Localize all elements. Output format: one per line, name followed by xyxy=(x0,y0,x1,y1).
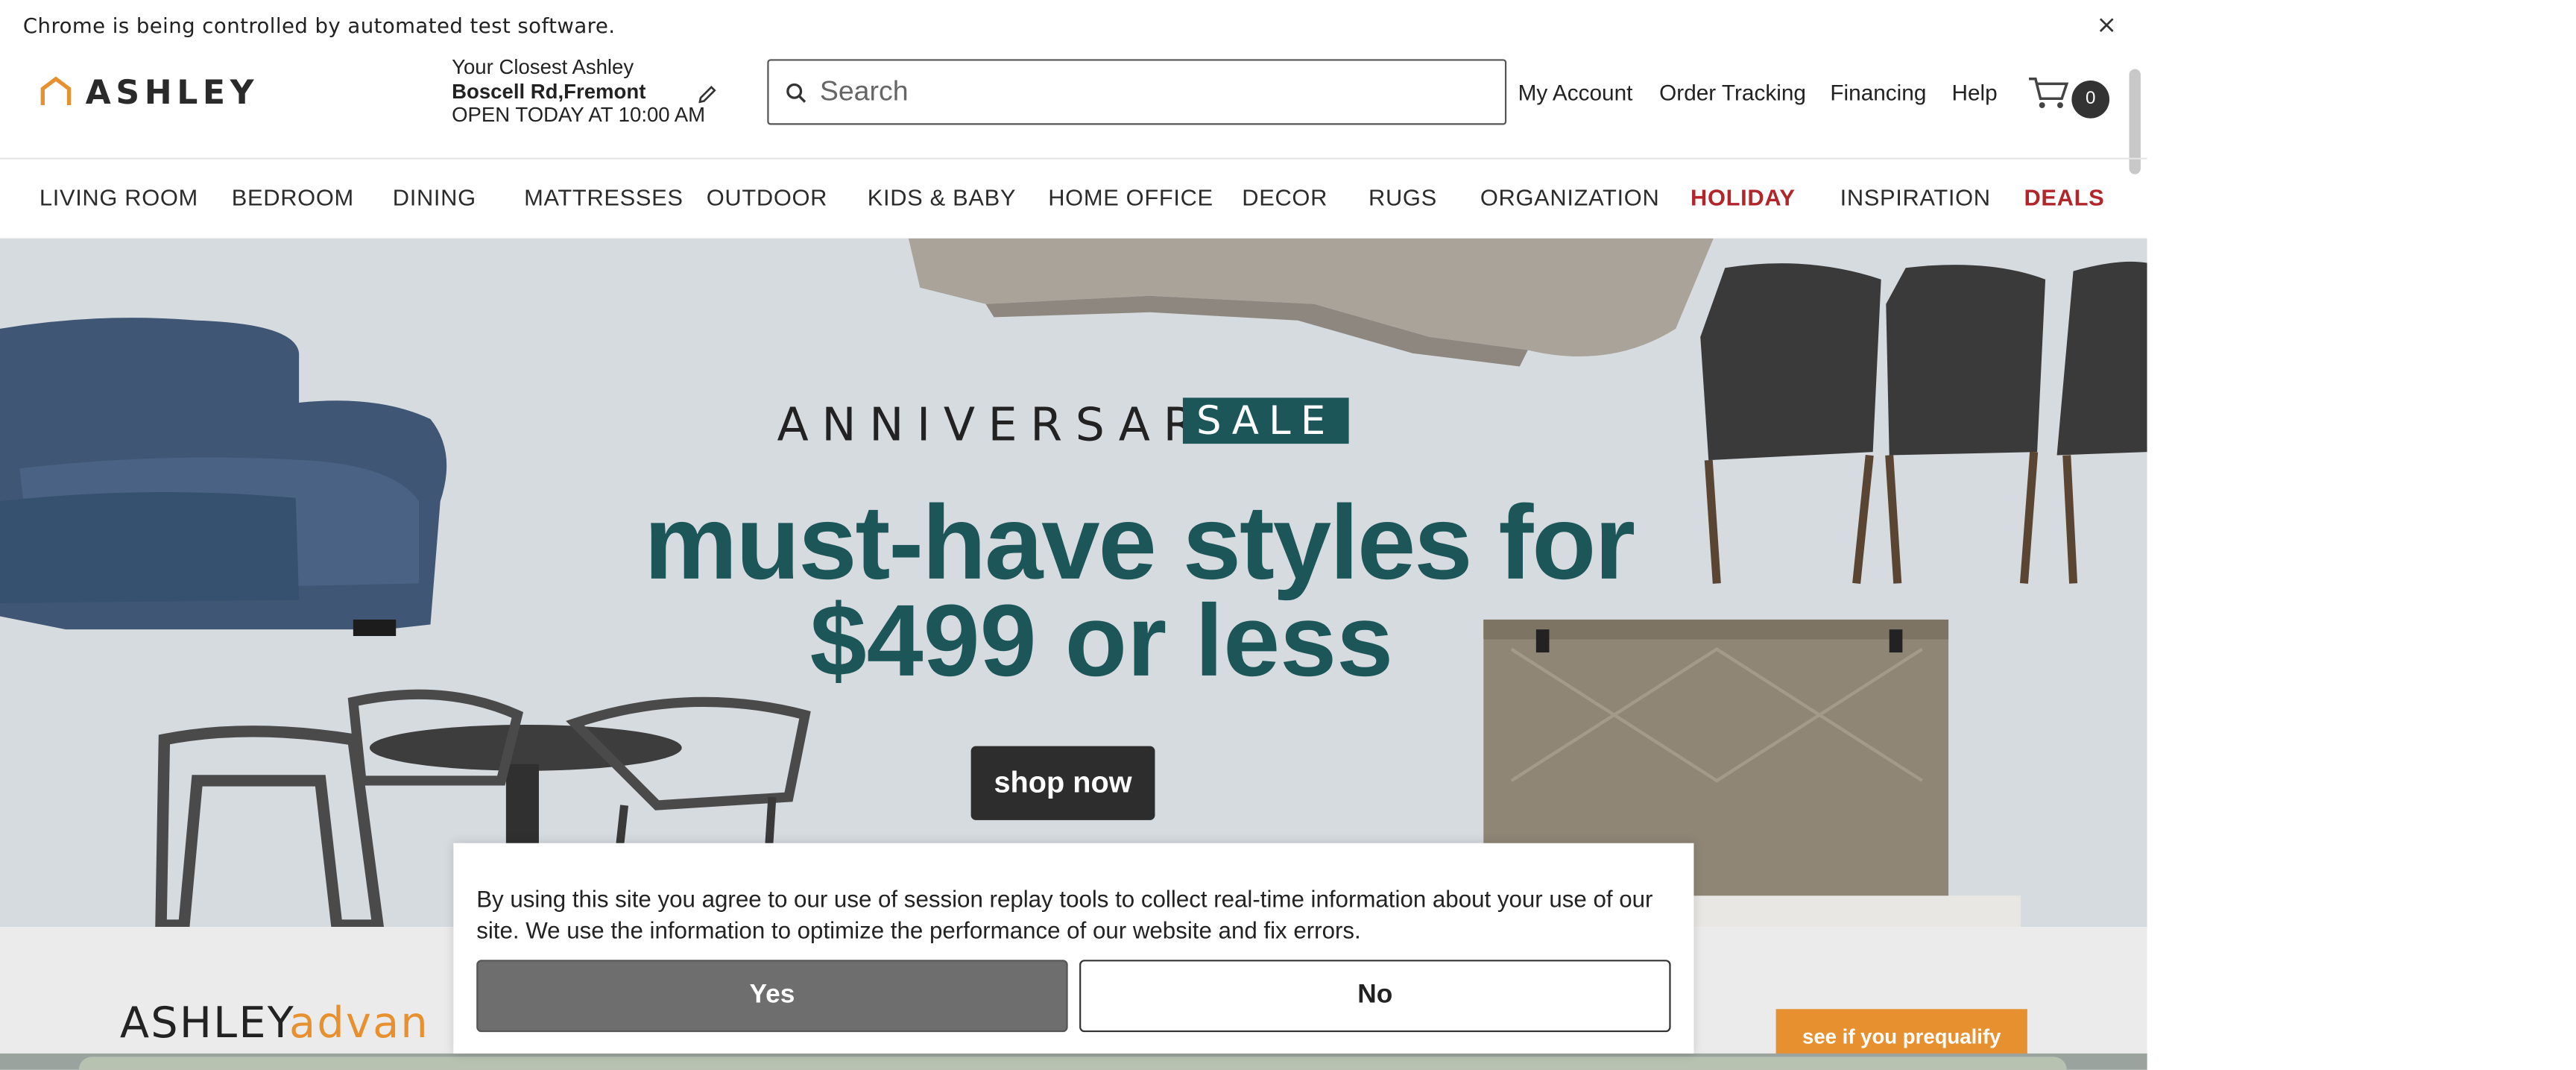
store-name: Boscell Rd,Fremont xyxy=(452,79,646,103)
right-gutter xyxy=(2147,0,2576,1070)
hero-banner[interactable]: ANNIVERSARY SALE must-have styles for $4… xyxy=(0,238,2147,928)
close-icon[interactable]: × xyxy=(2096,10,2117,40)
nav-home-office[interactable]: HOME OFFICE xyxy=(1048,184,1213,210)
help-link[interactable]: Help xyxy=(1951,81,1997,105)
ashley-logo[interactable]: ASHLEY xyxy=(40,72,259,112)
advantage-brand-b: advan xyxy=(289,999,429,1049)
taskbar-strip xyxy=(0,1053,2147,1070)
logo-text: ASHLEY xyxy=(85,72,259,112)
nav-dining[interactable]: DINING xyxy=(393,184,476,210)
cart-icon[interactable] xyxy=(2027,75,2070,111)
my-account-link[interactable]: My Account xyxy=(1518,81,1633,105)
shop-now-button[interactable]: shop now xyxy=(970,746,1155,820)
nav-holiday[interactable]: HOLIDAY xyxy=(1690,184,1796,210)
nav-kids-baby[interactable]: KIDS & BABY xyxy=(868,184,1016,210)
edit-pencil-icon[interactable] xyxy=(697,84,719,105)
store-hours: OPEN TODAY AT 10:00 AM xyxy=(452,103,706,127)
hero-eyebrow: ANNIVERSARY xyxy=(777,397,1247,453)
store-label: Your Closest Ashley xyxy=(452,55,634,79)
hero-headline-line-2: $499 or less xyxy=(809,585,1394,699)
home-logo-icon xyxy=(40,76,72,106)
nav-outdoor[interactable]: OUTDOOR xyxy=(707,184,827,210)
main-navigation: LIVING ROOM BEDROOM DINING MATTRESSES OU… xyxy=(0,157,2147,239)
closest-store[interactable]: Your Closest Ashley Boscell Rd,Fremont O… xyxy=(452,56,705,128)
consent-yes-button[interactable]: Yes xyxy=(476,960,1068,1033)
taskbar-glass xyxy=(78,1057,2067,1070)
search-bar[interactable] xyxy=(767,59,1507,125)
automation-infobar: Chrome is being controlled by automated … xyxy=(0,0,2147,53)
cart-count-badge[interactable]: 0 xyxy=(2071,81,2110,119)
automation-message: Chrome is being controlled by automated … xyxy=(22,13,616,38)
nav-decor[interactable]: DECOR xyxy=(1242,184,1328,210)
nav-bedroom[interactable]: BEDROOM xyxy=(232,184,354,210)
nav-rugs[interactable]: RUGS xyxy=(1368,184,1437,210)
consent-no-button[interactable]: No xyxy=(1079,960,1671,1033)
search-input[interactable] xyxy=(819,75,1477,109)
nav-mattresses[interactable]: MATTRESSES xyxy=(524,184,684,210)
search-icon xyxy=(786,82,806,102)
consent-text: By using this site you agree to our use … xyxy=(476,887,1653,945)
nav-inspiration[interactable]: INSPIRATION xyxy=(1840,184,1991,210)
advantage-brand-a: ASHLEY xyxy=(119,999,290,1049)
financing-link[interactable]: Financing xyxy=(1830,81,1926,105)
prequalify-button[interactable]: see if you prequalify xyxy=(1775,1009,2027,1059)
order-tracking-link[interactable]: Order Tracking xyxy=(1659,81,1806,105)
nav-organization[interactable]: ORGANIZATION xyxy=(1480,184,1660,210)
nav-deals[interactable]: DEALS xyxy=(2024,184,2104,210)
nav-living-room[interactable]: LIVING ROOM xyxy=(40,184,198,210)
advantage-brand: ASHLEYadvan xyxy=(120,999,429,1048)
session-replay-consent-dialog: By using this site you agree to our use … xyxy=(453,843,1694,1054)
sale-badge: SALE xyxy=(1182,397,1349,444)
